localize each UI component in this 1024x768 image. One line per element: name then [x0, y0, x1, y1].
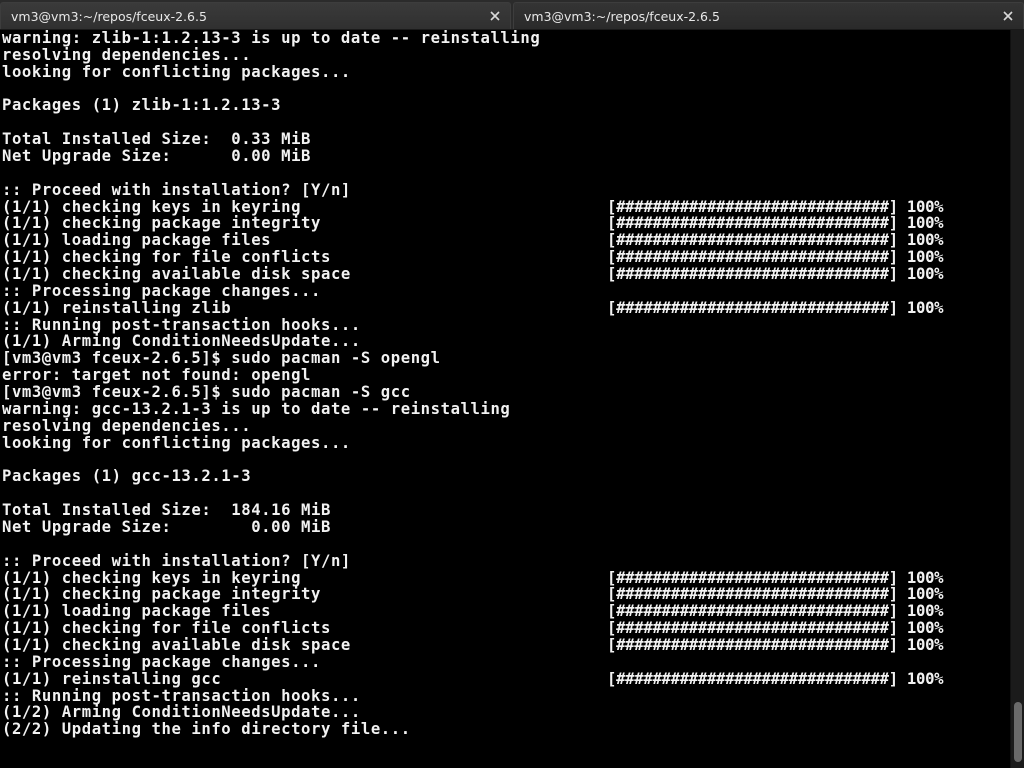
terminal-line: Total Installed Size: 0.33 MiB: [2, 130, 312, 149]
terminal-line: (1/1) checking keys in keyring: [2, 197, 302, 216]
terminal-line: :: Running post-transaction hooks...: [2, 686, 361, 705]
terminal-line: Net Upgrade Size: 0.00 MiB: [2, 147, 312, 166]
close-icon[interactable]: [488, 9, 502, 23]
tab-terminal-1[interactable]: vm3@vm3:~/repos/fceux-2.6.5: [0, 2, 511, 29]
terminal-line: :: Processing package changes...: [2, 652, 321, 671]
terminal-line: (2/2) Updating the info directory file..…: [2, 720, 411, 739]
progress-bar-text: [##############################] 100%: [607, 619, 944, 638]
terminal-line: :: Running post-transaction hooks...: [2, 315, 361, 334]
scrollbar[interactable]: [1010, 30, 1024, 768]
tab-title: vm3@vm3:~/repos/fceux-2.6.5: [524, 9, 720, 24]
close-icon[interactable]: [1001, 9, 1015, 23]
terminal-line: error: target not found: opengl: [2, 366, 312, 385]
terminal-line: (1/1) checking package integrity: [2, 585, 321, 604]
terminal-output[interactable]: warning: zlib-1:1.2.13-3 is up to date -…: [0, 30, 1010, 768]
terminal-line: (1/1) reinstalling gcc: [2, 669, 222, 688]
progress-bar-text: [##############################] 100%: [607, 231, 944, 250]
terminal-line: Packages (1) gcc-13.2.1-3: [2, 467, 252, 486]
terminal-line: resolving dependencies...: [2, 45, 252, 64]
terminal-line: Net Upgrade Size: 0.00 MiB: [2, 517, 331, 536]
terminal-line: :: Proceed with installation? [Y/n]: [2, 551, 351, 570]
terminal-line: :: Proceed with installation? [Y/n]: [2, 180, 351, 199]
terminal-line: resolving dependencies...: [2, 416, 252, 435]
terminal-line: looking for conflicting packages...: [2, 62, 351, 81]
progress-bar-text: [##############################] 100%: [607, 197, 944, 216]
terminal-line: :: Processing package changes...: [2, 281, 321, 300]
progress-bar-text: [##############################] 100%: [607, 248, 944, 267]
progress-bar-text: [##############################] 100%: [607, 635, 944, 654]
progress-bar-text: [##############################] 100%: [607, 214, 944, 233]
terminal-line: (1/1) checking keys in keyring: [2, 568, 302, 587]
terminal-line: (1/1) loading package files: [2, 231, 272, 250]
terminal-line: (1/1) loading package files: [2, 602, 272, 621]
progress-bar-text: [##############################] 100%: [607, 602, 944, 621]
terminal-line: (1/1) checking for file conflicts: [2, 619, 331, 638]
tab-bar: vm3@vm3:~/repos/fceux-2.6.5 vm3@vm3:~/re…: [0, 0, 1024, 30]
terminal-line: Total Installed Size: 184.16 MiB: [2, 501, 331, 520]
terminal-line: (1/2) Arming ConditionNeedsUpdate...: [2, 703, 361, 722]
terminal-line: (1/1) checking package integrity: [2, 214, 321, 233]
tab-title: vm3@vm3:~/repos/fceux-2.6.5: [11, 9, 207, 24]
terminal-line: warning: zlib-1:1.2.13-3 is up to date -…: [2, 30, 541, 47]
tab-terminal-2[interactable]: vm3@vm3:~/repos/fceux-2.6.5: [513, 2, 1024, 29]
terminal-line: looking for conflicting packages...: [2, 433, 351, 452]
terminal-line: Packages (1) zlib-1:1.2.13-3: [2, 96, 282, 115]
scrollbar-thumb[interactable]: [1014, 702, 1022, 762]
progress-bar-text: [##############################] 100%: [607, 669, 944, 688]
progress-bar-text: [##############################] 100%: [607, 568, 944, 587]
terminal-line: [vm3@vm3 fceux-2.6.5]$ sudo pacman -S gc…: [2, 383, 411, 402]
terminal-line: (1/1) checking available disk space: [2, 265, 351, 284]
terminal-line: (1/1) reinstalling zlib: [2, 298, 232, 317]
progress-bar-text: [##############################] 100%: [607, 585, 944, 604]
terminal-line: (1/1) Arming ConditionNeedsUpdate...: [2, 332, 361, 351]
terminal-line: warning: gcc-13.2.1-3 is up to date -- r…: [2, 399, 511, 418]
terminal-line: (1/1) checking available disk space: [2, 635, 351, 654]
progress-bar-text: [##############################] 100%: [607, 298, 944, 317]
terminal-line: (1/1) checking for file conflicts: [2, 248, 331, 267]
terminal-window: vm3@vm3:~/repos/fceux-2.6.5 vm3@vm3:~/re…: [0, 0, 1024, 768]
progress-bar-text: [##############################] 100%: [607, 265, 944, 284]
terminal-line: [vm3@vm3 fceux-2.6.5]$ sudo pacman -S op…: [2, 349, 441, 368]
